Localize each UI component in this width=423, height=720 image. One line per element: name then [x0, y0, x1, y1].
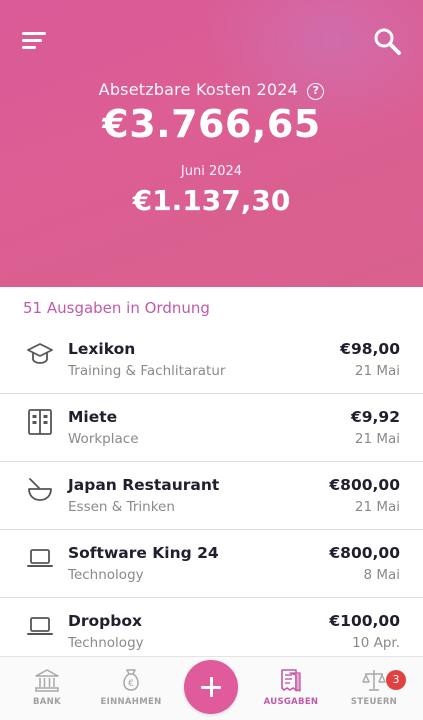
bowl-icon	[28, 478, 52, 501]
nav-bank-label: BANK	[33, 697, 61, 707]
list-item[interactable]: Software King 24 Technology €800,00 8 Ma…	[0, 530, 423, 598]
costs-title-text: Absetzbare Kosten 2024	[98, 80, 299, 99]
expense-amount: €100,00	[329, 612, 400, 630]
expense-date: 8 Mai	[363, 567, 400, 583]
add-expense-button[interactable]	[184, 660, 238, 714]
laptop-icon	[27, 617, 53, 635]
month-amount: €1.137,30	[132, 184, 291, 217]
expense-date: 21 Mai	[354, 431, 400, 447]
expense-date: 21 Mai	[354, 363, 400, 379]
costs-title: Absetzbare Kosten 2024 ?	[0, 80, 423, 100]
expense-date: 21 Mai	[354, 499, 400, 515]
building-icon	[28, 409, 52, 435]
nav-steuern-label: STEUERN	[350, 697, 398, 707]
expense-amount: €800,00	[329, 544, 400, 562]
list-item[interactable]: Lexikon Training & Fachlitaratur €98,00 …	[0, 326, 423, 394]
help-icon[interactable]: ?	[307, 83, 325, 100]
receipt-icon	[281, 669, 301, 692]
expense-amount: €9,92	[350, 408, 400, 426]
expense-amount: €800,00	[329, 476, 400, 494]
expense-name: Software King 24	[68, 544, 219, 562]
bank-icon	[35, 669, 59, 692]
expense-category: Technology	[68, 567, 144, 583]
svg-text:€: €	[128, 679, 134, 689]
list-item[interactable]: Miete Workplace €9,92 21 Mai	[0, 394, 423, 462]
list-item[interactable]: Japan Restaurant Essen & Trinken €800,00…	[0, 462, 423, 530]
nav-ausgaben[interactable]: AUSGABEN	[251, 667, 331, 717]
nav-bank[interactable]: BANK	[7, 667, 87, 717]
total-amount: €3.766,65	[102, 102, 321, 146]
expense-name: Dropbox	[68, 612, 142, 630]
expense-name: Japan Restaurant	[68, 476, 220, 494]
graduation-cap-icon	[27, 343, 53, 364]
expense-amount: €98,00	[340, 340, 400, 358]
search-icon[interactable]	[372, 26, 404, 58]
expense-category: Training & Fachlitaratur	[68, 363, 226, 379]
money-bag-icon: €	[123, 669, 139, 691]
menu-icon[interactable]	[22, 30, 50, 52]
scales-icon	[362, 670, 386, 691]
expense-name: Miete	[68, 408, 118, 426]
nav-ausgaben-label: AUSGABEN	[263, 697, 319, 707]
steuern-badge: 3	[386, 670, 406, 690]
expense-category: Workplace	[68, 431, 139, 447]
expense-category: Technology	[68, 635, 144, 651]
expenses-summary: 51 Ausgaben in Ordnung	[23, 299, 210, 317]
expense-list: Lexikon Training & Fachlitaratur €98,00 …	[0, 326, 423, 666]
expense-date: 10 Apr.	[352, 635, 400, 651]
laptop-icon	[27, 549, 53, 567]
header: Absetzbare Kosten 2024 ? €3.766,65 Juni …	[0, 0, 423, 287]
month-label: Juni 2024	[180, 164, 243, 179]
expense-category: Essen & Trinken	[68, 499, 175, 515]
nav-einnahmen-label: EINNAHMEN	[100, 697, 162, 707]
expense-name: Lexikon	[68, 340, 136, 358]
nav-einnahmen[interactable]: € EINNAHMEN	[91, 667, 171, 717]
